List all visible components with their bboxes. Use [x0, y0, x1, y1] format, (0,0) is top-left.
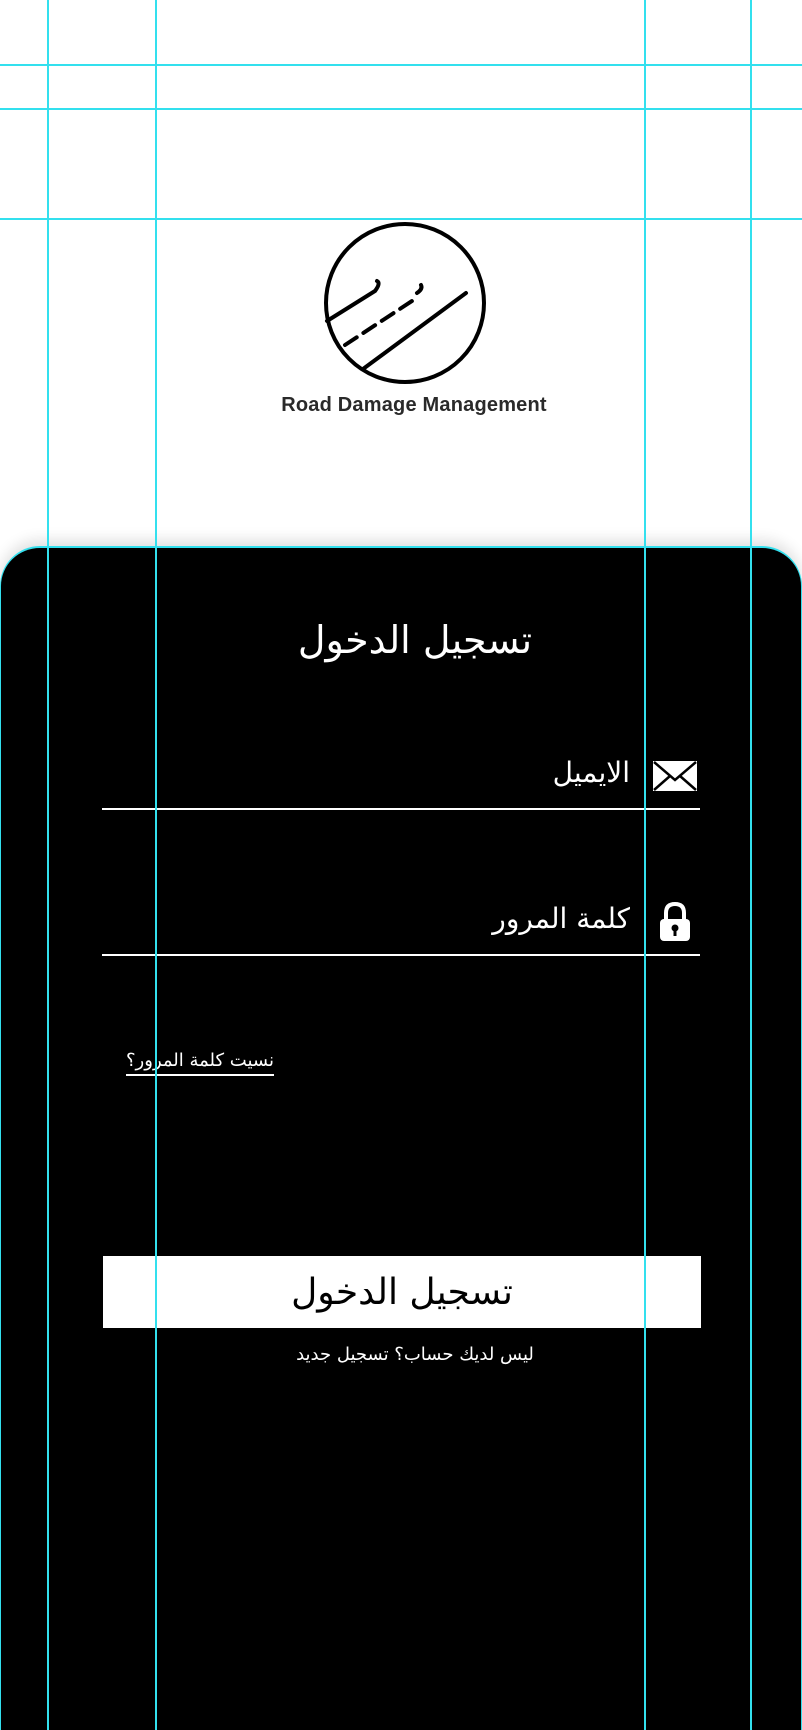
app-name: Road Damage Management: [281, 394, 547, 416]
email-field[interactable]: الايميل: [102, 748, 700, 810]
lock-icon: [660, 902, 690, 941]
login-panel: تسجيل الدخول الايميل كلمة المرور نسيت كل…: [0, 546, 802, 1730]
envelope-icon: [653, 761, 697, 791]
road-circle-icon: [324, 222, 486, 384]
login-screen: Road Damage Management تسجيل الدخول الاي…: [0, 0, 802, 1730]
password-label: كلمة المرور: [492, 902, 630, 935]
password-field[interactable]: كلمة المرور: [102, 894, 700, 956]
signup-link[interactable]: ليس لديك حساب؟ تسجيل جديد: [1, 1344, 802, 1365]
login-title: تسجيل الدخول: [297, 618, 533, 662]
email-label: الايميل: [552, 756, 630, 789]
forgot-password-link[interactable]: نسيت كلمة المرور؟: [126, 1050, 274, 1076]
login-button[interactable]: تسجيل الدخول: [103, 1256, 701, 1328]
password-input[interactable]: [102, 894, 546, 954]
logo-header: Road Damage Management: [0, 0, 802, 546]
email-input[interactable]: [102, 748, 546, 808]
